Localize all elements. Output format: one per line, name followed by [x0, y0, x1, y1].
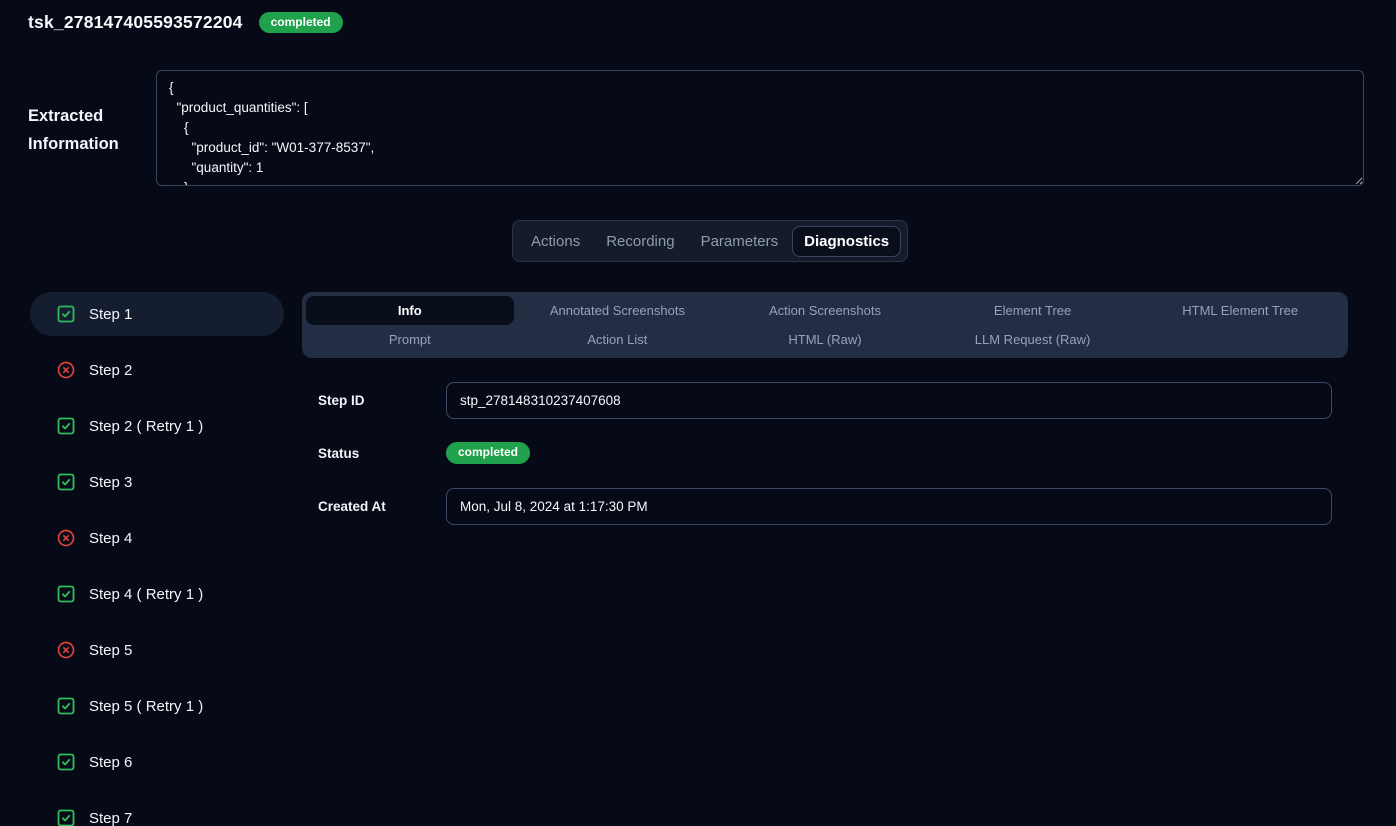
- step-item-label: Step 2 ( Retry 1 ): [89, 418, 203, 435]
- created-at-row: Created At: [318, 488, 1332, 525]
- step-item-label: Step 5 ( Retry 1 ): [89, 698, 203, 715]
- step-item[interactable]: Step 1: [30, 292, 284, 336]
- tab-recording[interactable]: Recording: [594, 226, 686, 257]
- diagnostics-subtab-bar: Info Annotated Screenshots Action Screen…: [302, 292, 1348, 358]
- step-item[interactable]: Step 2: [30, 348, 284, 392]
- step-item[interactable]: Step 6: [30, 740, 284, 784]
- step-id-label: Step ID: [318, 393, 446, 408]
- subtab-html-element-tree[interactable]: HTML Element Tree: [1136, 296, 1344, 325]
- step-item[interactable]: Step 7: [30, 796, 284, 826]
- step-item-label: Step 6: [89, 754, 132, 771]
- subtab-empty-cell: [1136, 325, 1344, 354]
- header: tsk_278147405593572204 completed: [28, 12, 343, 33]
- x-circle-icon: [56, 640, 76, 660]
- check-square-icon: [56, 416, 76, 436]
- task-id-title: tsk_278147405593572204: [28, 12, 243, 33]
- step-item-label: Step 2: [89, 362, 132, 379]
- subtab-html-raw[interactable]: HTML (Raw): [721, 325, 929, 354]
- step-item-label: Step 4: [89, 530, 132, 547]
- check-square-icon: [56, 472, 76, 492]
- step-item[interactable]: Step 5: [30, 628, 284, 672]
- steps-list: Step 1 Step 2 Step 2 ( Retry 1 ) Step 3 …: [30, 292, 284, 826]
- extracted-information-textarea[interactable]: { "product_quantities": [ { "product_id"…: [156, 70, 1364, 186]
- check-square-icon: [56, 752, 76, 772]
- task-status-badge: completed: [259, 12, 343, 33]
- subtab-element-tree[interactable]: Element Tree: [929, 296, 1137, 325]
- step-item[interactable]: Step 5 ( Retry 1 ): [30, 684, 284, 728]
- subtab-annotated-screenshots[interactable]: Annotated Screenshots: [514, 296, 722, 325]
- step-status-label: Status: [318, 446, 446, 461]
- check-square-icon: [56, 304, 76, 324]
- extracted-information-label: Extracted Information: [28, 102, 148, 158]
- step-id-row: Step ID: [318, 382, 1332, 419]
- created-at-input[interactable]: [446, 488, 1332, 525]
- step-item[interactable]: Step 3: [30, 460, 284, 504]
- tab-actions[interactable]: Actions: [519, 226, 592, 257]
- tab-diagnostics[interactable]: Diagnostics: [792, 226, 901, 257]
- step-item-label: Step 7: [89, 810, 132, 826]
- step-item[interactable]: Step 2 ( Retry 1 ): [30, 404, 284, 448]
- subtab-info[interactable]: Info: [306, 296, 514, 325]
- tab-parameters[interactable]: Parameters: [689, 226, 791, 257]
- subtab-action-list[interactable]: Action List: [514, 325, 722, 354]
- x-circle-icon: [56, 528, 76, 548]
- subtab-action-screenshots[interactable]: Action Screenshots: [721, 296, 929, 325]
- x-circle-icon: [56, 360, 76, 380]
- check-square-icon: [56, 808, 76, 826]
- created-at-label: Created At: [318, 499, 446, 514]
- check-square-icon: [56, 584, 76, 604]
- step-item-label: Step 4 ( Retry 1 ): [89, 586, 203, 603]
- step-id-input[interactable]: [446, 382, 1332, 419]
- subtab-llm-request-raw[interactable]: LLM Request (Raw): [929, 325, 1137, 354]
- step-item[interactable]: Step 4: [30, 516, 284, 560]
- step-status-badge: completed: [446, 442, 530, 463]
- step-status-row: Status completed: [318, 439, 530, 467]
- subtab-prompt[interactable]: Prompt: [306, 325, 514, 354]
- step-item-label: Step 1: [89, 306, 132, 323]
- step-item-label: Step 3: [89, 474, 132, 491]
- main-tab-bar: Actions Recording Parameters Diagnostics: [512, 220, 908, 262]
- step-item[interactable]: Step 4 ( Retry 1 ): [30, 572, 284, 616]
- step-item-label: Step 5: [89, 642, 132, 659]
- check-square-icon: [56, 696, 76, 716]
